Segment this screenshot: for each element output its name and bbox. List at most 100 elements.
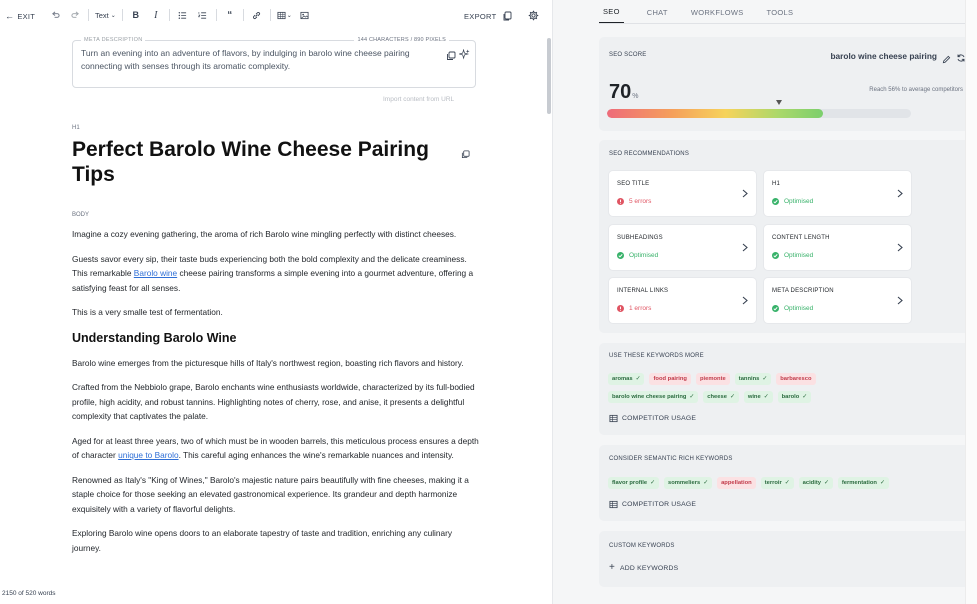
paragraph[interactable]: Renowned as Italy's "King of Wines," Bar… [72, 473, 480, 517]
image-button[interactable] [298, 6, 312, 24]
keyword-chip-text: flavor profile [612, 480, 648, 486]
meta-description-text[interactable]: Turn an evening into an adventure of fla… [81, 47, 441, 73]
editor-scrollbar[interactable] [547, 38, 551, 114]
recommendation-h1[interactable]: H1 Optimised [764, 171, 911, 216]
chevron-right-icon [897, 189, 903, 201]
recommendation-subheadings[interactable]: SUBHEADINGS Optimised [609, 225, 756, 270]
keyword-chip[interactable]: tannins ✓ [734, 373, 772, 385]
recommendation-status: Optimised [772, 252, 813, 259]
keyword-chip[interactable]: barolo ✓ [777, 391, 812, 403]
use-keywords-heading: USE THESE KEYWORDS MORE [609, 353, 704, 359]
numbered-list-icon [198, 11, 207, 19]
redo-button[interactable] [68, 6, 82, 24]
recommendation-seo-title[interactable]: SEO TITLE 5 errors [609, 171, 756, 216]
paragraph[interactable]: Aged for at least three years, two of wh… [72, 434, 480, 463]
target-keyword: barolo wine cheese pairing [830, 51, 937, 61]
tab-tools[interactable]: TOOLS [767, 8, 794, 23]
semantic-keywords-card: CONSIDER SEMANTIC RICH KEYWORDS flavor p… [599, 445, 975, 521]
settings-button[interactable] [526, 6, 540, 24]
keyword-chip-text: sommeliers [667, 480, 701, 486]
recommendation-meta-description[interactable]: META DESCRIPTION Optimised [764, 278, 911, 323]
subheading[interactable]: Understanding Barolo Wine [72, 330, 480, 346]
tab-seo[interactable]: SEO [599, 7, 624, 23]
recommendation-title: CONTENT LENGTH [772, 235, 830, 241]
text-style-select[interactable]: Text ⌄ [95, 6, 116, 24]
competitor-usage-button[interactable]: COMPETITOR USAGE [609, 414, 696, 423]
format-toolbar: Text ⌄ B I “ ⌄ [48, 6, 318, 24]
undo-button[interactable] [48, 6, 62, 24]
recommendation-title: H1 [772, 181, 781, 187]
copy-icon [503, 11, 511, 21]
keyword-chip[interactable]: barolo wine cheese pairing ✓ [608, 391, 699, 403]
keyword-chip[interactable]: appellation [717, 477, 756, 489]
recommendation-internal-links[interactable]: INTERNAL LINKS 1 errors [609, 278, 756, 323]
recommendation-title: INTERNAL LINKS [617, 288, 669, 294]
editor-body[interactable]: Imagine a cozy evening gathering, the ar… [72, 227, 480, 565]
keyword-chip[interactable]: acidity ✓ [798, 477, 833, 489]
keyword-chip-text: barbaresco [780, 376, 812, 382]
keyword-chip-text: barolo wine cheese pairing [612, 394, 687, 400]
recommendation-status: Optimised [617, 252, 658, 259]
edit-keyword-button[interactable] [942, 51, 951, 69]
keyword-chip-text: fermentation [841, 480, 877, 486]
inline-link[interactable]: unique to Barolo [118, 450, 178, 460]
inline-link[interactable]: Barolo wine [134, 268, 177, 278]
italic-button[interactable]: I [149, 6, 163, 24]
recommendation-status-text: Optimised [784, 305, 814, 312]
add-keywords-button[interactable]: + ADD KEYWORDS [609, 563, 679, 573]
chevron-right-icon [897, 296, 903, 308]
paragraph[interactable]: Crafted from the Nebbiolo grape, Barolo … [72, 380, 480, 424]
table-icon [277, 11, 286, 19]
check-icon: ✓ [650, 480, 655, 486]
paragraph[interactable]: Exploring Barolo wine opens doors to an … [72, 526, 480, 555]
keyword-chip[interactable]: sommeliers ✓ [663, 477, 713, 489]
toolbar-divider [88, 9, 89, 21]
meta-generate-button[interactable] [458, 47, 470, 65]
score-number: 70 [609, 81, 632, 103]
add-keywords-label: ADD KEYWORDS [620, 564, 679, 572]
paragraph[interactable]: This is a very smalle test of fermentati… [72, 305, 480, 320]
meta-description-field[interactable]: META DESCRIPTION 144 CHARACTERS / 890 PI… [72, 37, 476, 88]
tab-chat[interactable]: CHAT [647, 8, 668, 23]
import-url-link[interactable]: Import content from URL [383, 96, 454, 103]
tab-workflows[interactable]: WORKFLOWS [691, 8, 744, 23]
bullet-list-button[interactable] [176, 6, 190, 24]
keyword-chip[interactable]: piemonte [695, 373, 730, 385]
export-button[interactable]: EXPORT [464, 7, 512, 25]
keyword-chip[interactable]: wine ✓ [743, 391, 773, 403]
bold-button[interactable]: B [129, 6, 143, 24]
keyword-chip[interactable]: cheese ✓ [703, 391, 739, 403]
keyword-chip[interactable]: fermentation ✓ [837, 477, 889, 489]
link-button[interactable] [250, 6, 264, 24]
title-copy-button[interactable] [461, 146, 470, 164]
table-grid-icon [609, 414, 618, 423]
competitor-usage-button[interactable]: COMPETITOR USAGE [609, 500, 696, 509]
check-icon: ✓ [762, 376, 768, 382]
exit-button[interactable]: ← EXIT [5, 7, 35, 25]
meta-description-label: META DESCRIPTION [81, 37, 146, 43]
competitor-usage-label: COMPETITOR USAGE [622, 415, 697, 422]
keyword-chip[interactable]: aromas ✓ [608, 373, 645, 385]
paragraph[interactable]: Guests savor every sip, their taste buds… [72, 252, 480, 296]
custom-keywords-card: CUSTOM KEYWORDS + ADD KEYWORDS [599, 531, 975, 587]
paragraph[interactable]: Barolo wine emerges from the picturesque… [72, 356, 480, 371]
numbered-list-button[interactable] [196, 6, 210, 24]
quote-button[interactable]: “ [223, 6, 237, 24]
recommendation-status-text: Optimised [629, 252, 659, 259]
keyword-chip[interactable]: barbaresco [776, 373, 816, 385]
chevron-right-icon [742, 189, 748, 201]
check-icon: ✓ [763, 394, 769, 400]
recommendation-title: SEO TITLE [617, 181, 650, 187]
window-edge [965, 0, 977, 604]
toolbar-divider [242, 9, 244, 21]
keyword-chip[interactable]: food pairing [649, 373, 691, 385]
page-title[interactable]: Perfect Barolo Wine Cheese Pairing Tips [72, 137, 462, 187]
chevron-down-icon: ⌄ [110, 12, 116, 19]
table-button[interactable]: ⌄ [277, 6, 292, 24]
meta-copy-button[interactable] [446, 48, 456, 66]
recommendation-content-length[interactable]: CONTENT LENGTH Optimised [764, 225, 911, 270]
keyword-chip[interactable]: terroir ✓ [760, 477, 794, 489]
paragraph[interactable]: Imagine a cozy evening gathering, the ar… [72, 227, 480, 242]
keyword-chip[interactable]: flavor profile ✓ [608, 477, 659, 489]
check-icon: ✓ [879, 480, 885, 486]
